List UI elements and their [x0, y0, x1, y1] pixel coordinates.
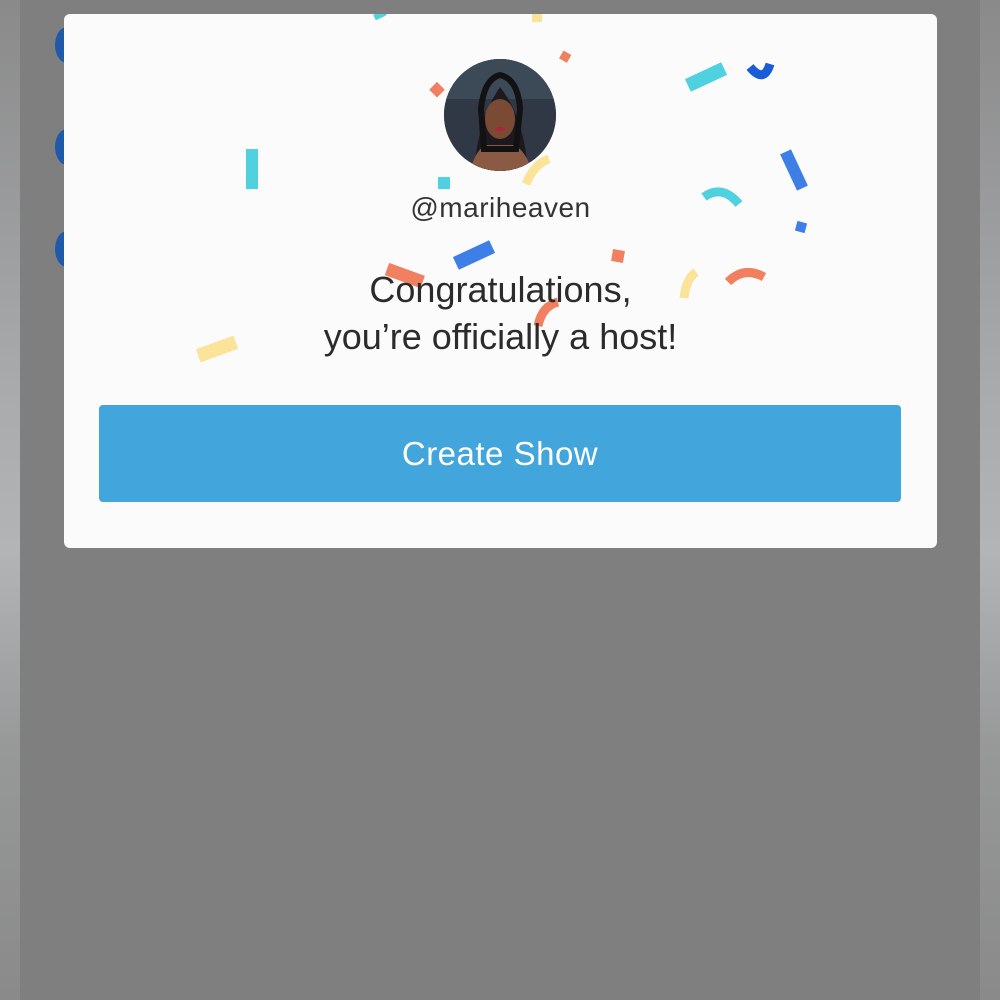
host-congrats-modal: @mariheaven Congratulations, you’re offi… — [64, 14, 937, 548]
right-edge — [980, 0, 1000, 1000]
confetti-piece — [684, 62, 728, 92]
confetti-piece — [611, 249, 625, 263]
confetti-piece — [559, 50, 572, 63]
congrats-title: Congratulations, you’re officially a hos… — [64, 266, 937, 360]
confetti-piece — [438, 177, 450, 189]
confetti-piece — [532, 14, 542, 22]
username: @mariheaven — [410, 192, 591, 223]
confetti-piece — [780, 149, 808, 191]
confetti-piece — [373, 14, 387, 21]
avatar-photo-icon — [444, 59, 556, 171]
confetti-piece — [521, 154, 551, 186]
confetti-piece — [746, 62, 775, 80]
left-edge — [0, 0, 20, 1000]
user-avatar — [444, 59, 556, 171]
create-show-button[interactable]: Create Show — [99, 405, 901, 502]
congrats-title-line2: you’re officially a host! — [323, 316, 678, 357]
congrats-title-line1: Congratulations, — [369, 269, 632, 310]
confetti-piece — [429, 81, 445, 98]
confetti-piece — [246, 149, 258, 189]
